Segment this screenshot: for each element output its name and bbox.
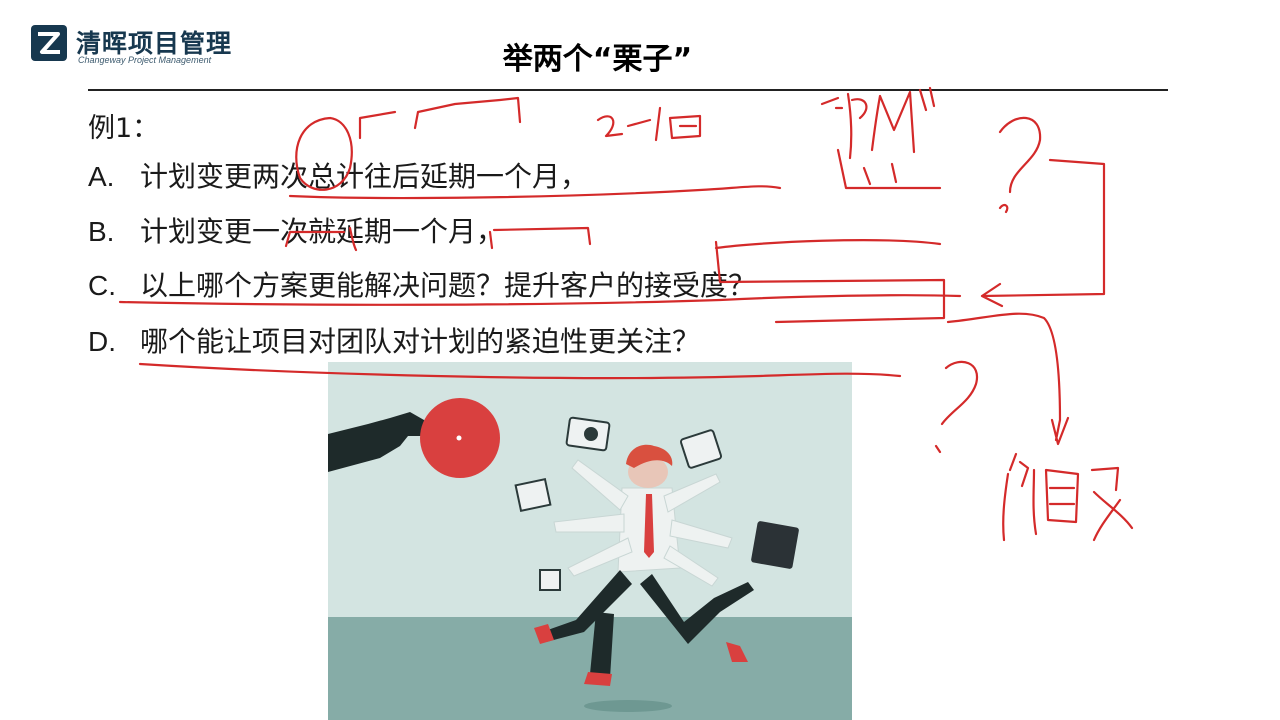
option-key: A. — [88, 161, 115, 192]
option-key: B. — [88, 216, 115, 247]
example-label: 例1： — [88, 113, 160, 144]
slide-title: 举两个“栗子” — [502, 42, 693, 77]
option-c: C. 以上哪个方案更能解决问题？提升客户的接受度？ — [88, 264, 756, 304]
option-d: D. 哪个能让项目对团队对计划的紧迫性更关注？ — [88, 320, 700, 360]
stressed-businessman-illustration — [328, 362, 852, 720]
option-b: B. 计划变更一次就延期一个月， — [88, 210, 504, 250]
option-text: 计划变更两次总计往后延期一个月， — [140, 160, 589, 193]
option-key: C. — [88, 270, 116, 301]
option-a: A. 计划变更两次总计往后延期一个月， — [88, 155, 588, 195]
option-key: D. — [88, 326, 116, 357]
option-text: 计划变更一次就延期一个月， — [140, 215, 505, 248]
option-text: 以上哪个方案更能解决问题？提升客户的接受度？ — [140, 269, 757, 302]
option-text: 哪个能让项目对团队对计划的紧迫性更关注？ — [140, 325, 701, 358]
title-divider — [88, 89, 1168, 91]
